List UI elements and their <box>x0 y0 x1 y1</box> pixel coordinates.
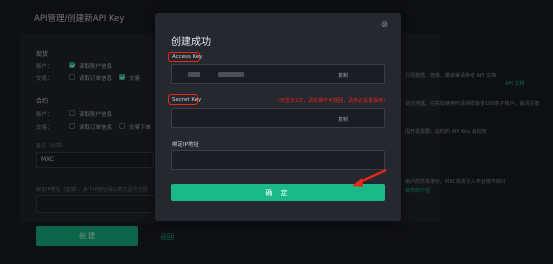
access-key-field: 复制 <box>171 64 385 84</box>
close-icon[interactable]: ⊗ <box>380 21 389 30</box>
secret-key-label: Secret Key <box>172 96 202 103</box>
masked-key-value <box>218 72 244 77</box>
secret-key-copy-button[interactable]: 复制 <box>338 116 348 123</box>
annotation-arrow-icon <box>352 168 387 187</box>
access-key-copy-button[interactable]: 复制 <box>338 72 348 79</box>
ip-address-label: 绑定IP地址 <box>172 142 199 148</box>
secret-key-warning: （仅显示1次，请长期不可找回，请务必妥善保存） <box>275 98 389 104</box>
modal-title: 创建成功 <box>171 37 211 48</box>
secret-key-field: 复制 <box>171 108 385 128</box>
ip-address-field[interactable] <box>171 150 385 170</box>
access-key-label: Access Key <box>172 54 203 60</box>
masked-key-value <box>188 72 200 77</box>
